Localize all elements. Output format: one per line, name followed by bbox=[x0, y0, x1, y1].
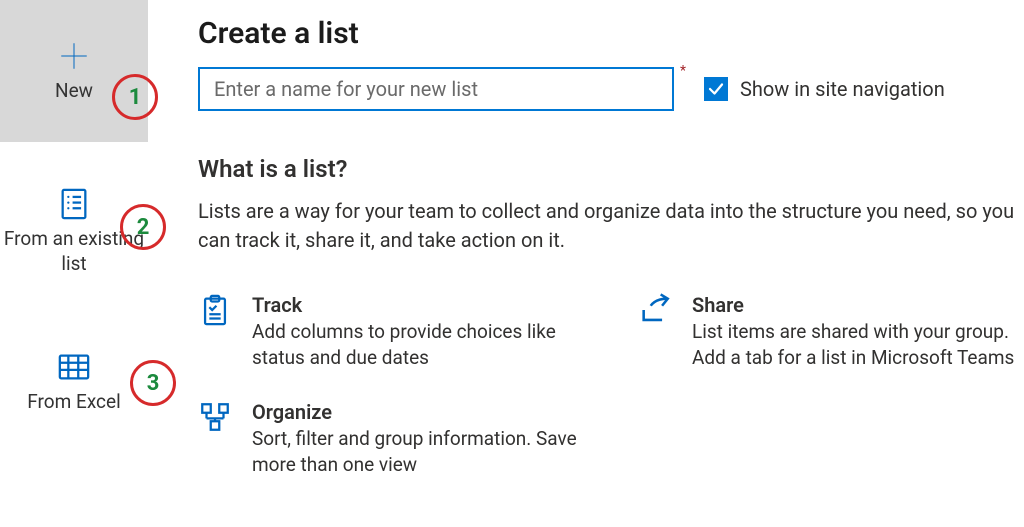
feature-share: Share List items are shared with your gr… bbox=[638, 293, 1018, 370]
list-name-input[interactable] bbox=[198, 67, 674, 111]
form-row: * Show in site navigation bbox=[198, 67, 1024, 111]
option-new-blank-list[interactable]: New bbox=[0, 0, 148, 142]
list-name-field-wrap: * bbox=[198, 67, 674, 111]
feature-track-desc: Add columns to provide choices like stat… bbox=[252, 319, 592, 370]
feature-organize-desc: Sort, filter and group information. Save… bbox=[252, 426, 592, 477]
excel-grid-icon bbox=[57, 350, 91, 384]
feature-organize: Organize Sort, filter and group informat… bbox=[198, 400, 618, 477]
feature-cards: Track Add columns to provide choices lik… bbox=[198, 293, 1024, 478]
clipboard-checklist-icon bbox=[198, 293, 232, 327]
option-from-existing-list[interactable]: From an existing list bbox=[0, 142, 148, 302]
create-options-sidebar: New From an existing list From bbox=[0, 0, 148, 527]
create-list-panel: New From an existing list From bbox=[0, 0, 1024, 527]
checkbox-checked-icon bbox=[704, 77, 728, 101]
option-existing-label: From an existing list bbox=[0, 227, 148, 276]
feature-share-desc: List items are shared with your group. A… bbox=[692, 319, 1018, 370]
show-in-nav-checkbox[interactable]: Show in site navigation bbox=[704, 77, 945, 101]
info-heading: What is a list? bbox=[198, 155, 1024, 183]
info-description: Lists are a way for your team to collect… bbox=[198, 197, 1018, 255]
feature-track: Track Add columns to provide choices lik… bbox=[198, 293, 618, 370]
feature-track-title: Track bbox=[252, 293, 592, 317]
share-arrow-icon bbox=[638, 293, 672, 327]
page-title: Create a list bbox=[198, 16, 1024, 51]
show-in-nav-label: Show in site navigation bbox=[740, 77, 945, 101]
feature-organize-title: Organize bbox=[252, 400, 592, 424]
feature-share-title: Share bbox=[692, 293, 1018, 317]
list-document-icon bbox=[57, 187, 91, 221]
hierarchy-icon bbox=[198, 400, 232, 434]
option-excel-label: From Excel bbox=[27, 390, 120, 415]
required-indicator: * bbox=[680, 63, 686, 79]
option-new-label: New bbox=[55, 79, 93, 104]
main-content: Create a list * Show in site navigation … bbox=[148, 0, 1024, 527]
plus-icon bbox=[57, 39, 91, 73]
option-from-excel[interactable]: From Excel bbox=[0, 302, 148, 462]
